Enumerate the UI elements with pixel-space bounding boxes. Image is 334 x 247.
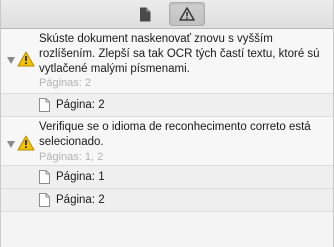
issue-group[interactable]: Verifique se o idioma de reconhecimento … (1, 117, 333, 165)
divider (1, 211, 333, 212)
warning-icon (17, 51, 35, 67)
tab-pages[interactable] (127, 2, 163, 26)
issue-pages-label: Páginas: 2 (39, 77, 91, 89)
issue-message: Skúste dokument naskenovať znovu s vyšší… (39, 33, 320, 75)
issue-message: Verifique se o idioma de reconhecimento … (39, 121, 311, 148)
warning-icon (179, 7, 195, 21)
disclosure-triangle-icon[interactable] (7, 57, 15, 64)
page-row[interactable]: Página: 1 (1, 166, 333, 188)
issue-group[interactable]: Skúste dokument naskenovať znovu s vyšší… (1, 29, 333, 93)
page-label: Página: 2 (56, 194, 105, 206)
page-row[interactable]: Página: 2 (1, 94, 333, 116)
warning-icon (17, 135, 35, 151)
issues-list: Skúste dokument naskenovať znovu s vyšší… (1, 29, 333, 247)
page-icon (39, 98, 50, 112)
page-label: Página: 1 (56, 171, 105, 183)
tab-issues[interactable] (169, 2, 205, 26)
issues-panel: Skúste dokument naskenovať znovu s vyšší… (0, 0, 334, 247)
issue-pages-label: Páginas: 1, 2 (39, 151, 104, 163)
document-icon (140, 7, 151, 21)
page-icon (39, 193, 50, 207)
panel-toolbar (1, 0, 333, 29)
page-label: Página: 2 (56, 99, 105, 111)
page-icon (39, 170, 50, 184)
disclosure-triangle-icon[interactable] (7, 141, 15, 148)
page-row[interactable]: Página: 2 (1, 189, 333, 211)
